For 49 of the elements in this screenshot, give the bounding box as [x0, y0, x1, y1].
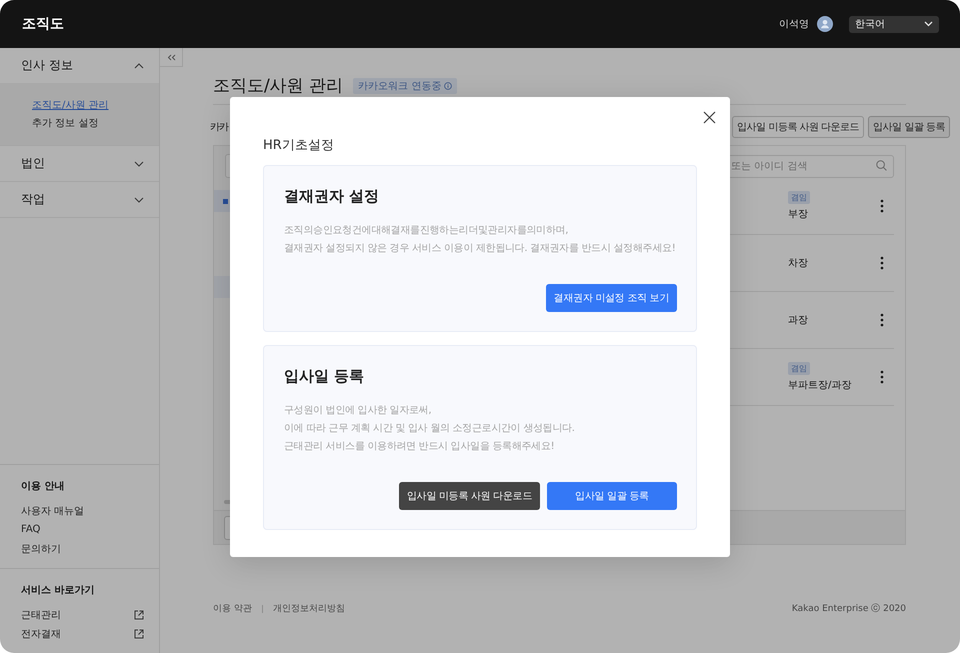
sidebar-item[interactable]: 법인 — [0, 146, 159, 181]
external-link-icon[interactable] — [134, 628, 144, 638]
more-icon[interactable] — [880, 313, 884, 327]
action-button[interactable]: 입사일 미등록 사원 다운로드 — [398, 482, 540, 510]
user-name: 이석영 — [779, 18, 809, 31]
card-title: 결재권자 설정 — [284, 186, 380, 206]
avatar-icon[interactable] — [817, 16, 833, 32]
card-description: 조직의승인요청건에대해결재를진행하는리더및관리자를의미하며, 결재권자 설정되지 않은 경우 서비스 이용이 제한됩니다. 결재권자를 반드시 설정해주세요! — [284, 224, 676, 256]
sidebar-item[interactable]: 인사 정보 — [0, 48, 159, 83]
position-text: 부파트장/과장 — [788, 379, 852, 392]
card-description: 구성원이 법인에 입사한 일자로써, 이에 따라 근무 계획 시간 및 입사 월의 소정근로시간이 생성됩니다. 근태관리 서비스를 이용하려면 반드시 입사일을 등록해주세요! — [284, 404, 576, 454]
copyright: Kakao Enterprise ⓒ 2020 — [792, 602, 906, 615]
toolbar-button[interactable]: 입사일 일괄 등록 — [868, 116, 950, 138]
more-icon[interactable] — [880, 199, 884, 213]
search-icon[interactable] — [876, 160, 887, 171]
info-icon — [444, 82, 452, 90]
app-title: 조직도 — [22, 15, 64, 33]
section-title: 서비스 바로가기 — [21, 584, 96, 597]
role-tag: 겸임 — [788, 362, 810, 375]
position-text: 차장 — [788, 257, 808, 270]
position-text: 과장 — [788, 314, 808, 327]
more-icon[interactable] — [880, 256, 884, 270]
section-label: 카카 — [210, 120, 230, 134]
sidebar-link[interactable]: 근태관리 — [21, 608, 61, 622]
caret-icon — [924, 21, 933, 27]
more-icon[interactable] — [880, 370, 884, 384]
language-select[interactable]: 한국어 — [849, 16, 939, 32]
role-tag: 겸임 — [788, 191, 810, 204]
action-button[interactable]: 입사일 일괄 등록 — [547, 482, 677, 510]
double-chevron-icon — [166, 54, 176, 60]
sidebar-link[interactable]: 사용자 매뉴얼 — [21, 504, 84, 518]
sidebar-link[interactable]: 전자결재 — [21, 626, 61, 640]
modal-title: HR기초설정 — [263, 137, 335, 155]
action-button[interactable]: 결재권자 미설정 조직 보기 — [546, 284, 677, 312]
section-title: 이용 안내 — [21, 480, 66, 493]
position-text: 부장 — [788, 208, 808, 221]
status-badge: 카카오워크 연동중 — [353, 78, 458, 94]
submenu-item[interactable]: 추가 정보 설정 — [32, 115, 98, 133]
external-link-icon[interactable] — [134, 610, 144, 620]
footer-link[interactable]: 개인정보처리방침 — [272, 602, 345, 615]
footer-link[interactable]: 이용 약관 — [213, 602, 252, 615]
sidebar-link[interactable]: FAQ — [21, 524, 40, 535]
page-title: 조직도/사원 관리 — [213, 76, 344, 96]
close-icon[interactable] — [703, 111, 716, 124]
collapse-button[interactable] — [160, 48, 183, 67]
sidebar-link[interactable]: 문의하기 — [21, 542, 61, 556]
card-title: 입사일 등록 — [284, 366, 366, 386]
toolbar-button[interactable]: 입사일 미등록 사원 다운로드 — [732, 116, 864, 138]
sidebar-item[interactable]: 작업 — [0, 182, 159, 217]
